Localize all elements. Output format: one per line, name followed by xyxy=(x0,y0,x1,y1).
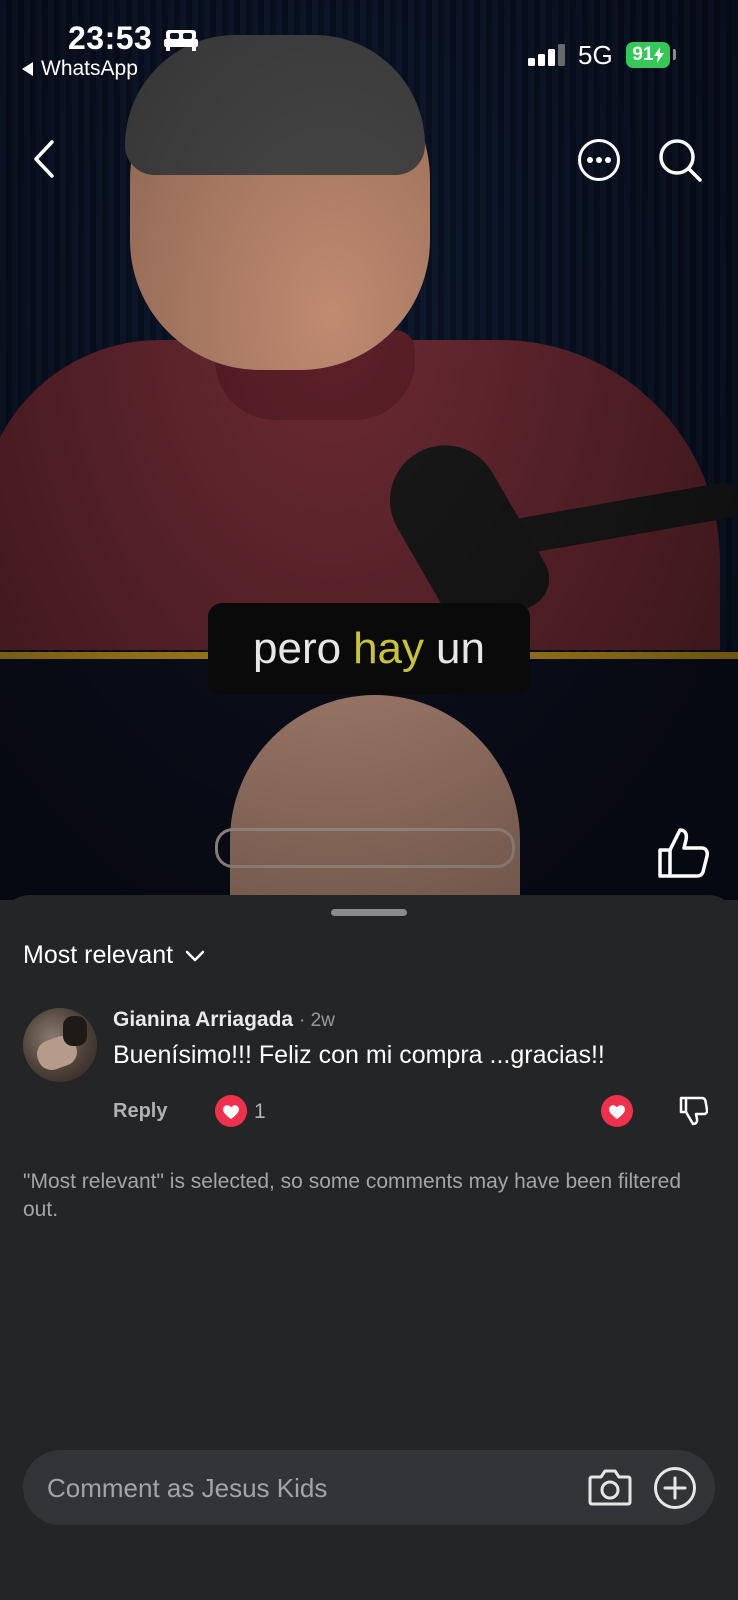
sheet-drag-handle[interactable] xyxy=(331,909,407,916)
battery-indicator: 91 xyxy=(626,42,670,68)
comment-author[interactable]: Gianina Arriagada · 2w xyxy=(113,1008,335,1032)
comment-composer xyxy=(23,1450,715,1527)
video-vignette xyxy=(0,0,738,900)
chevron-left-icon[interactable] xyxy=(30,138,58,180)
reaction-count: 1 xyxy=(254,1100,266,1123)
reply-button[interactable]: Reply xyxy=(113,1100,167,1123)
more-options-icon[interactable] xyxy=(577,138,621,182)
video-player[interactable] xyxy=(0,0,738,900)
charging-bolt-icon xyxy=(653,47,664,63)
video-caption: pero hay un xyxy=(208,603,530,695)
network-type: 5G xyxy=(578,40,613,70)
sort-label: Most relevant xyxy=(23,941,174,969)
avatar[interactable] xyxy=(23,1008,97,1082)
cellular-signal-icon xyxy=(528,44,565,66)
battery-tip xyxy=(673,49,676,60)
sleep-bed-icon xyxy=(164,30,198,51)
thumbs-down-icon[interactable] xyxy=(678,1094,708,1126)
caption-word: un xyxy=(436,624,485,673)
camera-icon[interactable] xyxy=(588,1468,632,1506)
back-to-app-link[interactable]: WhatsApp xyxy=(22,57,138,81)
comment-timestamp: · 2w xyxy=(298,1010,335,1031)
heart-reaction-icon[interactable] xyxy=(215,1095,247,1127)
comment-author-name: Gianina Arriagada xyxy=(113,1008,294,1031)
status-time: 23:53 xyxy=(68,20,153,56)
filter-notice: "Most relevant" is selected, so some com… xyxy=(23,1170,682,1221)
search-icon[interactable] xyxy=(658,138,704,184)
comment-input[interactable] xyxy=(45,1450,569,1527)
caption-word: pero xyxy=(253,624,342,673)
caption-word-highlighted: hay xyxy=(353,624,425,673)
chevron-down-icon xyxy=(185,950,205,961)
back-triangle-icon xyxy=(22,62,33,76)
sort-dropdown[interactable]: Most relevant xyxy=(23,941,205,970)
battery-level: 91 xyxy=(632,44,654,65)
back-app-label: WhatsApp xyxy=(41,57,138,80)
comment-text: Buenísimo!!! Feliz con mi compra ...grac… xyxy=(113,1041,605,1069)
heart-icon[interactable] xyxy=(601,1095,633,1127)
plus-circle-icon[interactable] xyxy=(653,1466,697,1510)
thumbs-up-icon[interactable] xyxy=(656,826,710,880)
